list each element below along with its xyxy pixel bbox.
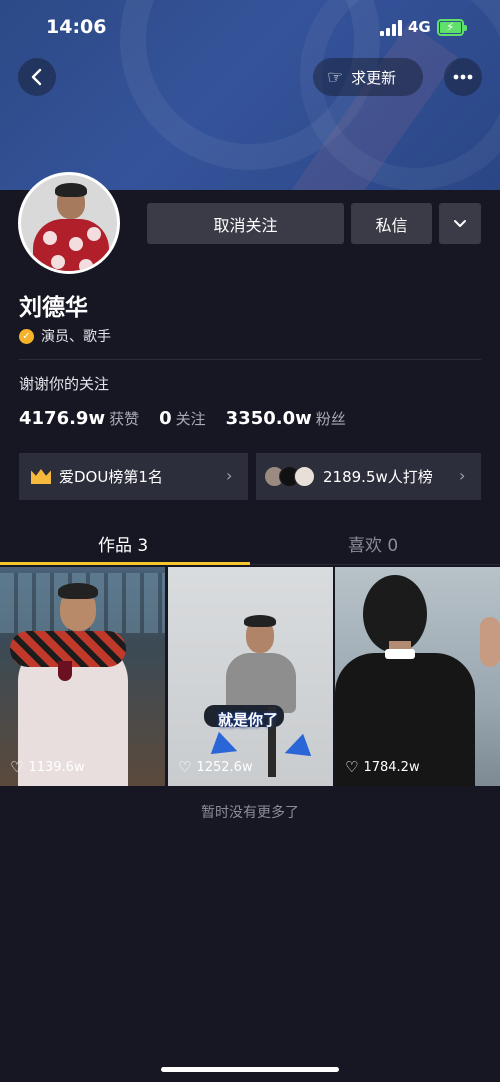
hand-point-icon: ☞ bbox=[327, 66, 344, 88]
request-update-button[interactable]: ☞ 求更新 bbox=[313, 58, 423, 96]
status-time: 14:06 bbox=[46, 16, 107, 38]
more-button[interactable] bbox=[444, 58, 482, 96]
video-likes: ♡ 1252.6w bbox=[178, 758, 253, 776]
likes-count[interactable]: 4176.9w bbox=[19, 408, 105, 429]
likes-label: 获赞 bbox=[109, 410, 140, 428]
likes-count: 1139.6w bbox=[28, 759, 85, 775]
chevron-down-icon bbox=[454, 220, 466, 227]
request-update-label: 求更新 bbox=[351, 68, 397, 87]
likes-count: 1784.2w bbox=[363, 759, 420, 775]
avatar[interactable] bbox=[18, 172, 120, 274]
heart-icon: ♡ bbox=[10, 758, 24, 776]
following-label: 关注 bbox=[175, 410, 206, 428]
status-bar: 14:06 4G ⚡ bbox=[0, 0, 500, 56]
profile-stats: 4176.9w 获赞 0 关注 3350.0w 粉丝 bbox=[19, 408, 366, 429]
video-thumbnail[interactable]: ♡ 1784.2w bbox=[335, 567, 500, 786]
followers-count[interactable]: 3350.0w bbox=[226, 408, 312, 429]
supporter-avatars bbox=[264, 466, 315, 487]
profile-signature: 谢谢你的关注 bbox=[19, 375, 110, 393]
supporters-label: 2189.5w人打榜 bbox=[323, 468, 433, 486]
rank-label: 爱DOU榜第1名 bbox=[59, 468, 163, 486]
chevron-left-icon bbox=[31, 68, 42, 86]
more-dots-icon bbox=[453, 74, 473, 80]
back-button[interactable] bbox=[18, 58, 56, 96]
expand-recommend-button[interactable] bbox=[439, 203, 481, 244]
home-indicator[interactable] bbox=[161, 1067, 339, 1072]
video-thumbnail[interactable]: 就是你了 ♡ 1252.6w bbox=[168, 567, 333, 786]
followers-label: 粉丝 bbox=[315, 410, 346, 428]
heart-icon: ♡ bbox=[345, 758, 359, 776]
heart-icon: ♡ bbox=[178, 758, 192, 776]
message-button[interactable]: 私信 bbox=[351, 203, 432, 244]
verified-check-icon: ✓ bbox=[19, 328, 34, 344]
video-likes: ♡ 1784.2w bbox=[345, 758, 420, 776]
network-type: 4G bbox=[408, 18, 431, 36]
signal-icon bbox=[380, 20, 402, 36]
video-grid: ♡ 1139.6w 就是你了 ♡ 1252.6w ♡ 1784.2w bbox=[0, 567, 500, 786]
content-tabs: 作品 3 喜欢 0 bbox=[0, 524, 500, 566]
supporters-card[interactable]: 2189.5w人打榜 › bbox=[256, 453, 481, 500]
verification-row: ✓ 演员、歌手 bbox=[19, 326, 111, 346]
video-thumbnail[interactable]: ♡ 1139.6w bbox=[0, 567, 165, 786]
unfollow-button[interactable]: 取消关注 bbox=[147, 203, 344, 244]
avatar bbox=[294, 466, 315, 487]
tab-works[interactable]: 作品 3 bbox=[98, 531, 148, 556]
divider bbox=[19, 359, 481, 360]
verification-label: 演员、歌手 bbox=[41, 329, 111, 345]
chevron-right-icon: › bbox=[226, 466, 233, 485]
following-count[interactable]: 0 bbox=[159, 408, 172, 429]
video-caption: 就是你了 bbox=[218, 711, 279, 729]
active-tab-indicator bbox=[0, 562, 250, 565]
dou-rank-card[interactable]: 爱DOU榜第1名 › bbox=[19, 453, 248, 500]
chevron-right-icon: › bbox=[459, 466, 466, 485]
profile-name: 刘德华 bbox=[19, 295, 88, 321]
likes-count: 1252.6w bbox=[196, 759, 253, 775]
crown-icon bbox=[31, 469, 51, 484]
end-of-list-text: 暂时没有更多了 bbox=[201, 805, 299, 821]
battery-icon: ⚡ bbox=[437, 19, 467, 36]
video-likes: ♡ 1139.6w bbox=[10, 758, 85, 776]
tab-likes[interactable]: 喜欢 0 bbox=[348, 531, 398, 556]
